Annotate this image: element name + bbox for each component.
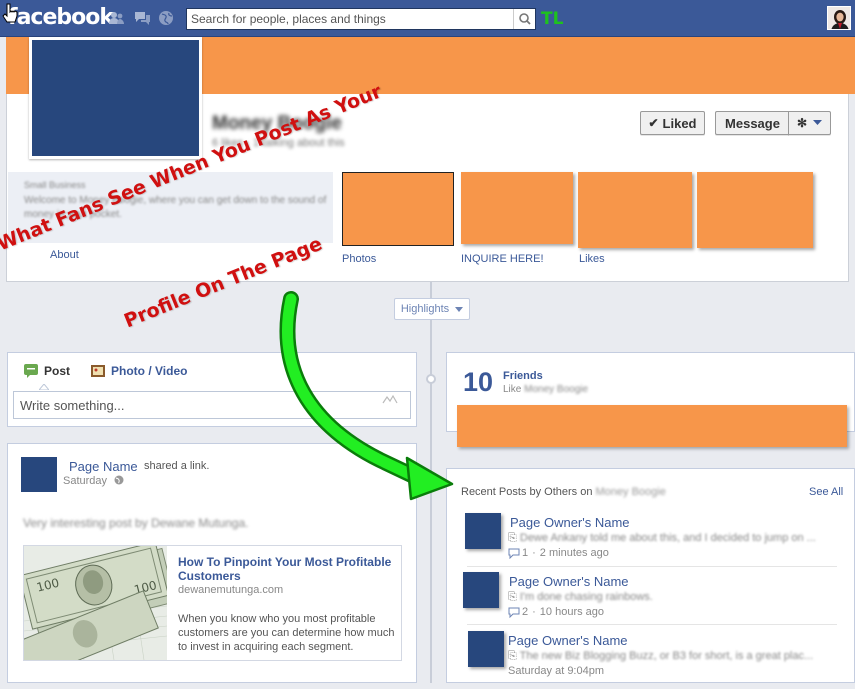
attachment-icon: ⎘	[508, 650, 517, 662]
link-thumbnail[interactable]: 100 100	[24, 546, 167, 660]
link-title[interactable]: How To Pinpoint Your Most Profitable Cus…	[178, 555, 398, 583]
about-category: Small Business	[24, 180, 86, 190]
friends-link[interactable]: Friends	[503, 370, 543, 382]
search-icon	[519, 13, 531, 25]
link-description: When you know who you most profitable cu…	[178, 613, 395, 653]
tab-photo-video[interactable]: Photo / Video	[90, 363, 187, 379]
attachment-icon: ⎘	[508, 532, 517, 544]
liked-button[interactable]: ✔ Liked	[640, 111, 705, 135]
recent-post-item[interactable]: Page Owner's Name ⎘ I'm done chasing rai…	[447, 572, 855, 630]
facebook-logo[interactable]: facebook	[8, 5, 114, 30]
recent-post-avatar[interactable]	[468, 631, 504, 667]
post-author-name[interactable]: Page Name	[69, 459, 138, 474]
chevron-down-icon	[455, 306, 464, 312]
timeline-post: Page Name shared a link. Saturday Very i…	[7, 443, 417, 683]
search-button[interactable]	[513, 9, 535, 29]
recent-post-comment-count[interactable]: 2	[522, 606, 528, 618]
friends-like-page[interactable]: Money Boogie	[524, 384, 588, 395]
divider	[467, 624, 837, 625]
recent-post-avatar[interactable]	[465, 513, 501, 549]
comment-icon	[508, 548, 520, 559]
recent-post-author[interactable]: Page Owner's Name	[508, 633, 628, 648]
message-button[interactable]: Message	[715, 111, 789, 135]
checkmark-icon: ✔	[648, 116, 659, 130]
write-something-input[interactable]	[13, 391, 411, 419]
scribble-icon	[382, 394, 398, 404]
photo-video-icon	[91, 365, 105, 377]
active-tab-caret	[39, 384, 49, 390]
status-post-icon	[24, 364, 38, 378]
chevron-down-icon	[813, 120, 823, 125]
highlights-dropdown[interactable]: Highlights	[394, 298, 470, 320]
recent-post-author[interactable]: Page Owner's Name	[510, 515, 630, 530]
recent-post-time[interactable]: Saturday at 9:04pm	[508, 665, 604, 677]
post-timestamp[interactable]: Saturday	[63, 475, 124, 487]
tab-post[interactable]: Post	[23, 363, 70, 379]
app-photos-thumb[interactable]	[342, 172, 454, 246]
recent-post-author[interactable]: Page Owner's Name	[509, 574, 629, 589]
friend-requests-icon[interactable]	[108, 10, 125, 26]
app-label-inquire[interactable]: INQUIRE HERE!	[461, 253, 544, 265]
app-extra-thumb[interactable]	[697, 172, 813, 248]
recent-post-snippet: The new Biz Blogging Buzz, or B3 for sho…	[519, 650, 814, 662]
globe-icon	[114, 475, 124, 485]
settings-dropdown-button[interactable]: ✻	[788, 111, 831, 135]
link-domain: dewanemutunga.com	[178, 584, 284, 596]
recent-posts-box: Recent Posts by Others on Money Boogie S…	[446, 468, 855, 683]
app-label-photos[interactable]: Photos	[342, 253, 376, 265]
messages-icon[interactable]	[134, 10, 151, 26]
friends-like-line: Like Money Boogie	[503, 384, 589, 395]
recent-post-avatar[interactable]	[463, 572, 499, 608]
timeline-spine	[430, 282, 432, 683]
top-bar: facebook TL	[0, 0, 855, 37]
status-composer: Post Photo / Video	[7, 352, 417, 427]
recent-post-comment-count[interactable]: 1	[522, 547, 528, 559]
app-inquire-thumb[interactable]	[461, 172, 573, 244]
recent-posts-title: Recent Posts by Others on Money Boogie	[461, 486, 666, 498]
app-label-likes[interactable]: Likes	[579, 253, 605, 265]
shared-link-preview[interactable]: 100 100 How To Pinpoint Your Most Profit…	[23, 545, 402, 661]
timeline-dot	[426, 374, 436, 384]
comment-icon	[508, 607, 520, 618]
app-likes-thumb[interactable]	[578, 172, 692, 248]
recent-post-time[interactable]: 10 hours ago	[540, 606, 604, 618]
about-link[interactable]: About	[50, 249, 79, 261]
mouse-cursor-icon	[2, 3, 18, 23]
post-action-text: shared a link.	[144, 460, 210, 472]
recent-post-snippet: Dewe Ankany told me about this, and I de…	[519, 532, 816, 544]
gear-icon: ✻	[796, 116, 808, 130]
notifications-globe-icon[interactable]	[158, 10, 175, 26]
search-input[interactable]	[187, 9, 513, 29]
profile-picture[interactable]	[29, 37, 202, 159]
see-all-link[interactable]: See All	[809, 486, 843, 498]
post-message: Very interesting post by Dewane Mutunga.	[23, 516, 249, 530]
friends-photos-strip[interactable]	[457, 405, 847, 447]
user-avatar[interactable]	[827, 6, 851, 30]
search-box	[186, 8, 536, 30]
recent-post-item[interactable]: Page Owner's Name ⎘ Dewe Ankany told me …	[447, 513, 855, 571]
divider	[467, 566, 837, 567]
post-author-avatar[interactable]	[21, 457, 57, 492]
attachment-icon: ⎘	[508, 591, 517, 603]
recent-post-item[interactable]: Page Owner's Name ⎘ The new Biz Blogging…	[447, 631, 855, 689]
recent-post-snippet: I'm done chasing rainbows.	[519, 591, 653, 603]
friends-count[interactable]: 10	[463, 367, 493, 398]
tl-label: TL	[541, 9, 564, 29]
recent-posts-page-name[interactable]: Money Boogie	[596, 486, 666, 498]
recent-post-time[interactable]: 2 minutes ago	[540, 547, 609, 559]
